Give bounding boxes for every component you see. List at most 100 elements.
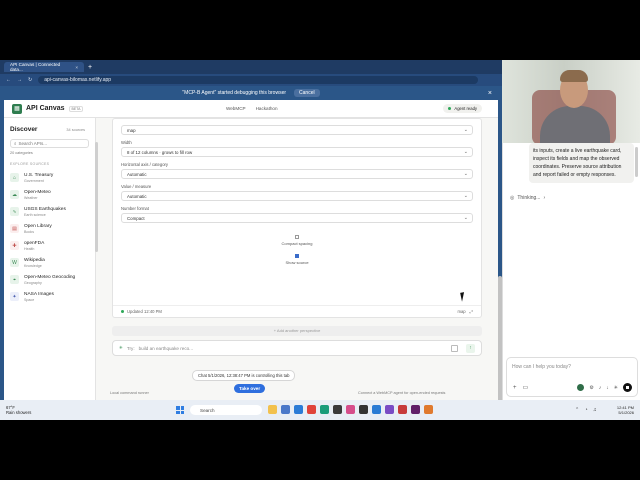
thinking-icon: ◎ [510,195,515,201]
url-field[interactable]: api-canvas-bilomas.netlify.app [38,76,479,84]
tab-bar: API Canvas | Connected data... × + [0,60,502,74]
app-icon[interactable] [346,405,355,414]
model-icon[interactable] [577,384,585,391]
take-over-button[interactable]: Take over [234,384,266,393]
weather-widget[interactable]: 67°F Rain showers [6,405,31,415]
tab-close-icon[interactable]: × [75,65,78,70]
source-category: Geography [24,281,42,285]
status-dot-icon [448,107,452,110]
slack-icon[interactable] [411,405,420,414]
show-source-toggle[interactable]: Show source [121,254,473,265]
weather-icon: ☁ [10,190,19,199]
compact-spacing-label: Compact spacing [281,241,313,246]
compact-spacing-checkbox[interactable] [295,235,299,239]
space-icon: ✦ [10,292,19,301]
edge-icon[interactable] [320,405,329,414]
debug-message: "MCP-B Agent" started debugging this bro… [182,90,287,96]
forward-icon[interactable]: → [17,77,22,83]
chevron-down-icon: ⌄ [463,149,468,155]
earthquake-icon: ∿ [10,207,19,216]
app-header: ▦ API Canvas BETA WebMCP Hackathon Agent… [4,100,498,118]
terminal-icon[interactable] [359,405,368,414]
visual-type-select[interactable]: map ⌄ [121,125,473,135]
sidebar-item-usgs-earthquakes[interactable]: ∿ USGS Earthquakes Earth science [10,207,89,217]
agent-status-badge[interactable]: Agent ready [443,104,482,113]
show-source-checkbox[interactable] [295,254,299,258]
show-source-label: Show source [285,260,309,265]
sparkle-icon: ✳ [119,345,123,350]
sidebar-item-openfda[interactable]: ✚ openFDA Health [10,241,89,251]
view-type-label: map [457,309,466,314]
value-measure-select[interactable]: Automatic ⌄ [121,191,473,201]
local-runner-note: Local command runner [110,391,149,395]
sidebar-item-open-meteo-geocoding[interactable]: ⌖ Open-Meteo Geocoding Geography [10,275,89,285]
source-category: Knowledge [24,264,42,268]
system-tray[interactable]: ⌃ ◔ ♫ [575,407,599,413]
taskbar-search[interactable]: Search [190,405,262,415]
categories-filter[interactable]: 20 categories [10,151,89,155]
browser-tab[interactable]: API Canvas | Connected data... × [4,62,84,72]
sidebar-item-open-meteo[interactable]: ☁ Open-Meteo Weather [10,190,89,200]
horizontal-axis-select[interactable]: Automatic ⌄ [121,169,473,179]
expand-icon[interactable]: ⤢ [470,309,473,314]
back-icon[interactable]: ← [6,77,11,83]
windows-start-icon[interactable] [176,406,184,414]
width-select[interactable]: 8 of 12 columns · grows to fill row ⌄ [121,147,473,157]
compact-spacing-toggle[interactable]: Compact spacing [121,235,473,246]
sidebar: Discover 34 sources ⌕ Search APIs... 20 … [4,118,98,416]
webcam-overlay [502,60,640,143]
send-button[interactable]: ↑ [466,343,475,353]
store-icon[interactable] [281,405,290,414]
debug-close-icon[interactable]: × [488,90,492,97]
tab-title: API Canvas | Connected data... [10,62,61,72]
thinking-indicator[interactable]: ◎ Thinking... › [510,195,640,201]
mail-icon[interactable] [294,405,303,414]
prompt-placeholder: build an earthquake reco... [138,345,194,351]
chevron-down-icon: ⌄ [463,127,468,133]
width-value: 8 of 12 columns · grows to fill row [127,149,193,155]
main-area: map ⌄ Width 8 of 12 columns · grows to fi… [112,118,482,416]
app3-icon[interactable] [398,405,407,414]
clock[interactable]: 12:41 PM 5/1/2026 [617,405,634,415]
chevron-down-icon: ⌄ [463,193,468,199]
nav-hackathon[interactable]: Hackathon [256,106,278,111]
app2-icon[interactable] [385,405,394,414]
sidebar-item-wikipedia[interactable]: W Wikipedia Knowledge [10,258,89,268]
chat-scrollbar[interactable] [635,147,638,177]
width-label: Width [121,140,132,145]
folder-icon[interactable]: ▭ [523,384,529,391]
file-explorer-icon[interactable] [268,405,277,414]
number-format-select[interactable]: Compact ⌄ [121,213,473,223]
header-nav: WebMCP Hackathon [226,106,278,111]
arrow-down-icon[interactable]: ↓ [606,385,609,391]
app-logo-icon: ▦ [12,103,22,114]
number-format-label: Number format [121,206,149,211]
sidebar-item-open-library[interactable]: ▤ Open Library Books [10,224,89,234]
obs-icon[interactable] [333,405,342,414]
webcam-person-hair [560,70,588,82]
nav-webmcp[interactable]: WebMCP [226,106,246,111]
reload-icon[interactable]: ↻ [28,77,32,83]
value-measure-label: Value / measure [121,184,152,189]
source-category: Earth science [24,213,46,217]
chevron-down-icon: ⌄ [463,215,468,221]
new-tab-button[interactable]: + [88,64,92,71]
api-search-input[interactable]: ⌕ Search APIs... [10,139,89,148]
chrome-icon[interactable] [307,405,316,414]
plus-icon[interactable]: + [513,385,517,391]
app4-icon[interactable] [424,405,433,414]
prompt-input[interactable]: ✳ Try: build an earthquake reco... ↑ [112,340,482,356]
vscode-icon[interactable] [372,405,381,414]
sidebar-item-us-treasury[interactable]: ⌂ U.S. Treasury Government [10,173,89,183]
sidebar-scrollbar[interactable] [95,142,98,252]
sidebar-item-nasa-images[interactable]: ✦ NASA Images Space [10,292,89,302]
attach-icon[interactable] [451,344,458,352]
settings-icon[interactable]: ⚙ [589,385,593,391]
chat-input[interactable]: How can I help you today? + ▭ ⚙ ♪ ↓ ✳ [506,357,638,397]
microphone-icon[interactable]: ♪ [599,385,602,391]
add-perspective-button[interactable]: + Add another perspective [112,326,482,336]
loading-icon: ✳ [613,384,618,391]
debug-cancel-button[interactable]: Cancel [294,89,320,97]
stop-button[interactable] [623,383,632,392]
app-brand: API Canvas [26,105,65,112]
